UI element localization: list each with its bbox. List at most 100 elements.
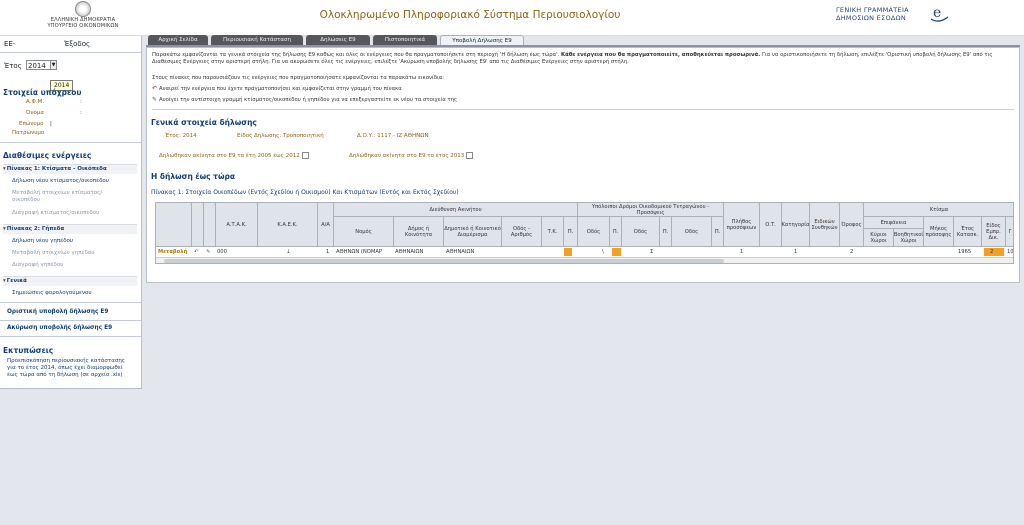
cancel-submit-link[interactable]: Ακύρωση υποβολής δήλωσης Ε9: [7, 325, 112, 331]
table1-title: Πίνακας 1: Στοιχεία Οικοπέδων (Εντός Σχε…: [151, 189, 459, 196]
final-submit-link[interactable]: Οριστική υποβολή δήλωσης Ε9: [7, 309, 108, 315]
highlight-cell: [612, 248, 621, 256]
intro-part-b: Κάθε ενέργεια που θα πραγματοποιείτε, απ…: [560, 52, 761, 58]
intro-text: Παρακάτω εμφανίζονται τα γενικά στοιχεία…: [152, 52, 1012, 66]
gsis-name: ΓΕΝΙΚΗ ΓΡΑΜΜΑΤΕΙΑ ΔΗΜΟΣΙΩΝ ΕΣΟΔΩΝ: [836, 6, 909, 22]
table-header-p: Π.: [712, 217, 724, 247]
group-label: Πίνακας 1: Κτίσματα - Οικόπεδα: [6, 166, 107, 172]
cell-nomos: ΑΘΗΝΩΝ (ΝΟΜΑΡ: [336, 249, 383, 255]
cell-aa: 1: [326, 249, 330, 255]
declared-2005-2012-checkbox[interactable]: [301, 152, 309, 159]
scrollbar-thumb[interactable]: [164, 259, 724, 263]
divider: [0, 142, 141, 143]
highlight-cell: [564, 248, 572, 256]
logout-link[interactable]: Έξοδος: [64, 40, 90, 48]
tab-e9-declarations[interactable]: Δηλώσεις Ε9: [306, 35, 370, 45]
declared-2013-checkbox[interactable]: [466, 152, 474, 159]
cell-etos: 1965: [958, 249, 972, 255]
main-panel: Παρακάτω εμφανίζονται τα γενικά στοιχεία…: [146, 47, 1020, 283]
svg-text:e: e: [933, 5, 941, 21]
group-table1[interactable]: ▾Πίνακας 1: Κτίσματα - Οικόπεδα: [3, 164, 137, 174]
afm-value: :: [80, 99, 82, 105]
table-header-ktisma: Κτίσμα: [864, 203, 1013, 217]
divider: [0, 302, 141, 303]
table-horizontal-scrollbar[interactable]: [156, 257, 1013, 263]
table-header-eidikes: Ειδικών Συνθηκών: [810, 203, 840, 247]
table-header-icon: [192, 203, 204, 247]
cell-dimos: ΑΘΗΝΑΙΩΝ: [395, 249, 424, 255]
ministry-emblem: ΕΛΛΗΝΙΚΗ ΔΗΜΟΚΡΑΤΙΑ ΥΠΟΥΡΓΕΙΟ ΟΙΚΟΝΟΜΙΚΩ…: [44, 1, 122, 29]
gsis-e-logo-icon: e: [930, 5, 949, 22]
icons-legend-intro: Στους πίνακες που παρουσιάζουν τις ενέργ…: [152, 75, 445, 81]
edit-property-link: Μεταβολή στοιχείων κτίσματος/οικοπέδου: [12, 190, 103, 203]
chevron-down-icon[interactable]: ▼: [50, 60, 57, 70]
sidebar: ΕΕ- Έξοδος Έτος 2014 ▼ 2014 Στοιχεία υπό…: [0, 36, 142, 389]
table-header-icon: [204, 203, 216, 247]
gsis-line1: ΓΕΝΙΚΗ ΓΡΑΜΜΑΤΕΙΑ: [836, 6, 909, 14]
surname-value: |: [50, 121, 52, 127]
table-header-ot: Ο.Τ.: [760, 203, 782, 247]
cell-diamerisma: ΑΘΗΝΑΙΩΝ: [446, 249, 475, 255]
surname-label: Επώνυμο: [19, 121, 44, 127]
print-preview-link[interactable]: Προεπισκόπηση περιουσιακής κατάστασης γι…: [7, 358, 135, 379]
table-header-epifaneia: Επιφάνεια: [864, 217, 924, 229]
group-label: Πίνακας 2: Γήπεδα: [6, 226, 65, 232]
intro-part-a: Παρακάτω εμφανίζονται τα γενικά στοιχεία…: [152, 52, 560, 58]
table-header-address: Διεύθυνση Ακινήτου: [334, 203, 578, 217]
tax-office-info: Δ.Ο.Υ.: 1117 - ΙΖ ΑΘΗΝΩΝ: [357, 133, 429, 139]
table-header-plithos: Πλήθος προσόψεων: [724, 203, 760, 247]
tab-home[interactable]: Αρχική Σελίδα: [148, 35, 208, 45]
new-land-link[interactable]: Δήλωση νέου γηπέδου: [12, 238, 73, 245]
year-select[interactable]: 2014: [26, 60, 52, 70]
declared-2005-2012: Δηλώθηκαν ακίνητα στο Ε9 τα έτη 2005 έως…: [159, 152, 309, 159]
cell-atak: 000: [217, 249, 227, 255]
group-general[interactable]: ▾Γενικά: [3, 276, 137, 286]
group-table2[interactable]: ▾Πίνακας 2: Γήπεδα: [3, 224, 137, 234]
declaration-type-info: Είδος Δήλωσης: Τροποποιητική: [237, 133, 324, 139]
declared-2005-2012-label: Δηλώθηκαν ακίνητα στο Ε9 τα έτη 2005 έως…: [159, 153, 300, 159]
page-background: [146, 284, 1024, 525]
table-header-p: Π.: [660, 217, 672, 247]
undo-help-text: Αναιρεί την ενέργεια που έχετε πραγματοπ…: [159, 86, 402, 92]
gsis-line2: ΔΗΜΟΣΙΩΝ ΕΣΟΔΩΝ: [836, 14, 907, 22]
undo-icon[interactable]: ↶: [194, 248, 204, 256]
taxpayer-notes-link[interactable]: Σημειώσεις φορολογούμενου: [12, 290, 92, 297]
undo-icon: ↶: [152, 85, 158, 92]
table-header-atak: Α.Τ.Α.Κ.: [216, 203, 258, 247]
year-label: Έτος: [4, 62, 22, 70]
cell-odos1: \: [602, 249, 604, 255]
name-label: Όνομα: [26, 110, 45, 116]
divider: [0, 336, 141, 337]
new-property-link[interactable]: Δήλωση νέου κτίσματος/οικοπέδου: [12, 178, 109, 185]
app-title: Ολοκληρωμένο Πληροφοριακό Σύστημα Περιου…: [319, 9, 621, 21]
prints-heading: Εκτυπώσεις: [3, 346, 54, 355]
chevron-down-icon: ▾: [3, 166, 6, 172]
table-header-mikos: Μήκος πρόσοψης: [924, 217, 954, 247]
edit-help: ✎ Ανοίγει την αντίστοιχη γραμμή κτίσματος…: [152, 96, 457, 103]
emblem-line2: ΥΠΟΥΡΓΕΙΟ ΟΙΚΟΝΟΜΙΚΩΝ: [47, 23, 119, 29]
group-label: Γενικά: [6, 278, 27, 284]
delete-property-link: Διαγραφή κτίσματος/οικοπέδου: [12, 210, 100, 216]
table-header-odos: Οδός: [622, 217, 660, 247]
row-action-link[interactable]: Μεταβολή: [158, 248, 192, 256]
cell-g: 10: [1007, 249, 1014, 255]
divider: [0, 52, 141, 53]
chevron-down-icon: ▾: [3, 278, 6, 284]
undo-help: ↶ Αναιρεί την ενέργεια που έχετε πραγματο…: [152, 85, 402, 92]
edit-icon[interactable]: ✎: [206, 248, 216, 256]
actions-heading: Διαθέσιμες ενέργειες: [3, 151, 92, 160]
table-header-odos: Οδός: [578, 217, 610, 247]
table-header-eidos: Είδος Εμπρ. Δικ.: [982, 217, 1006, 247]
tab-certificates[interactable]: Πιστοποιητικά: [373, 35, 437, 45]
table-header-g: Γ: [1006, 217, 1013, 247]
tab-property-status[interactable]: Περιουσιακή Κατάσταση: [211, 35, 303, 45]
tab-submit-e9[interactable]: Υποβολή Δήλωσης Ε9: [440, 35, 524, 45]
year-selector: Έτος 2014 ▼: [4, 60, 57, 70]
divider: [152, 109, 1014, 110]
name-value: :: [80, 110, 82, 116]
taxpayer-heading: Στοιχεία υπόχρεου: [3, 88, 82, 97]
table-header-orofos: Όροφος: [840, 203, 864, 247]
chevron-down-icon: ▾: [3, 226, 6, 232]
table-header-voithitikoi: Βοηθητικοί Χώροι: [894, 229, 924, 247]
father-name-label: Πατρώνυμο: [12, 130, 45, 136]
